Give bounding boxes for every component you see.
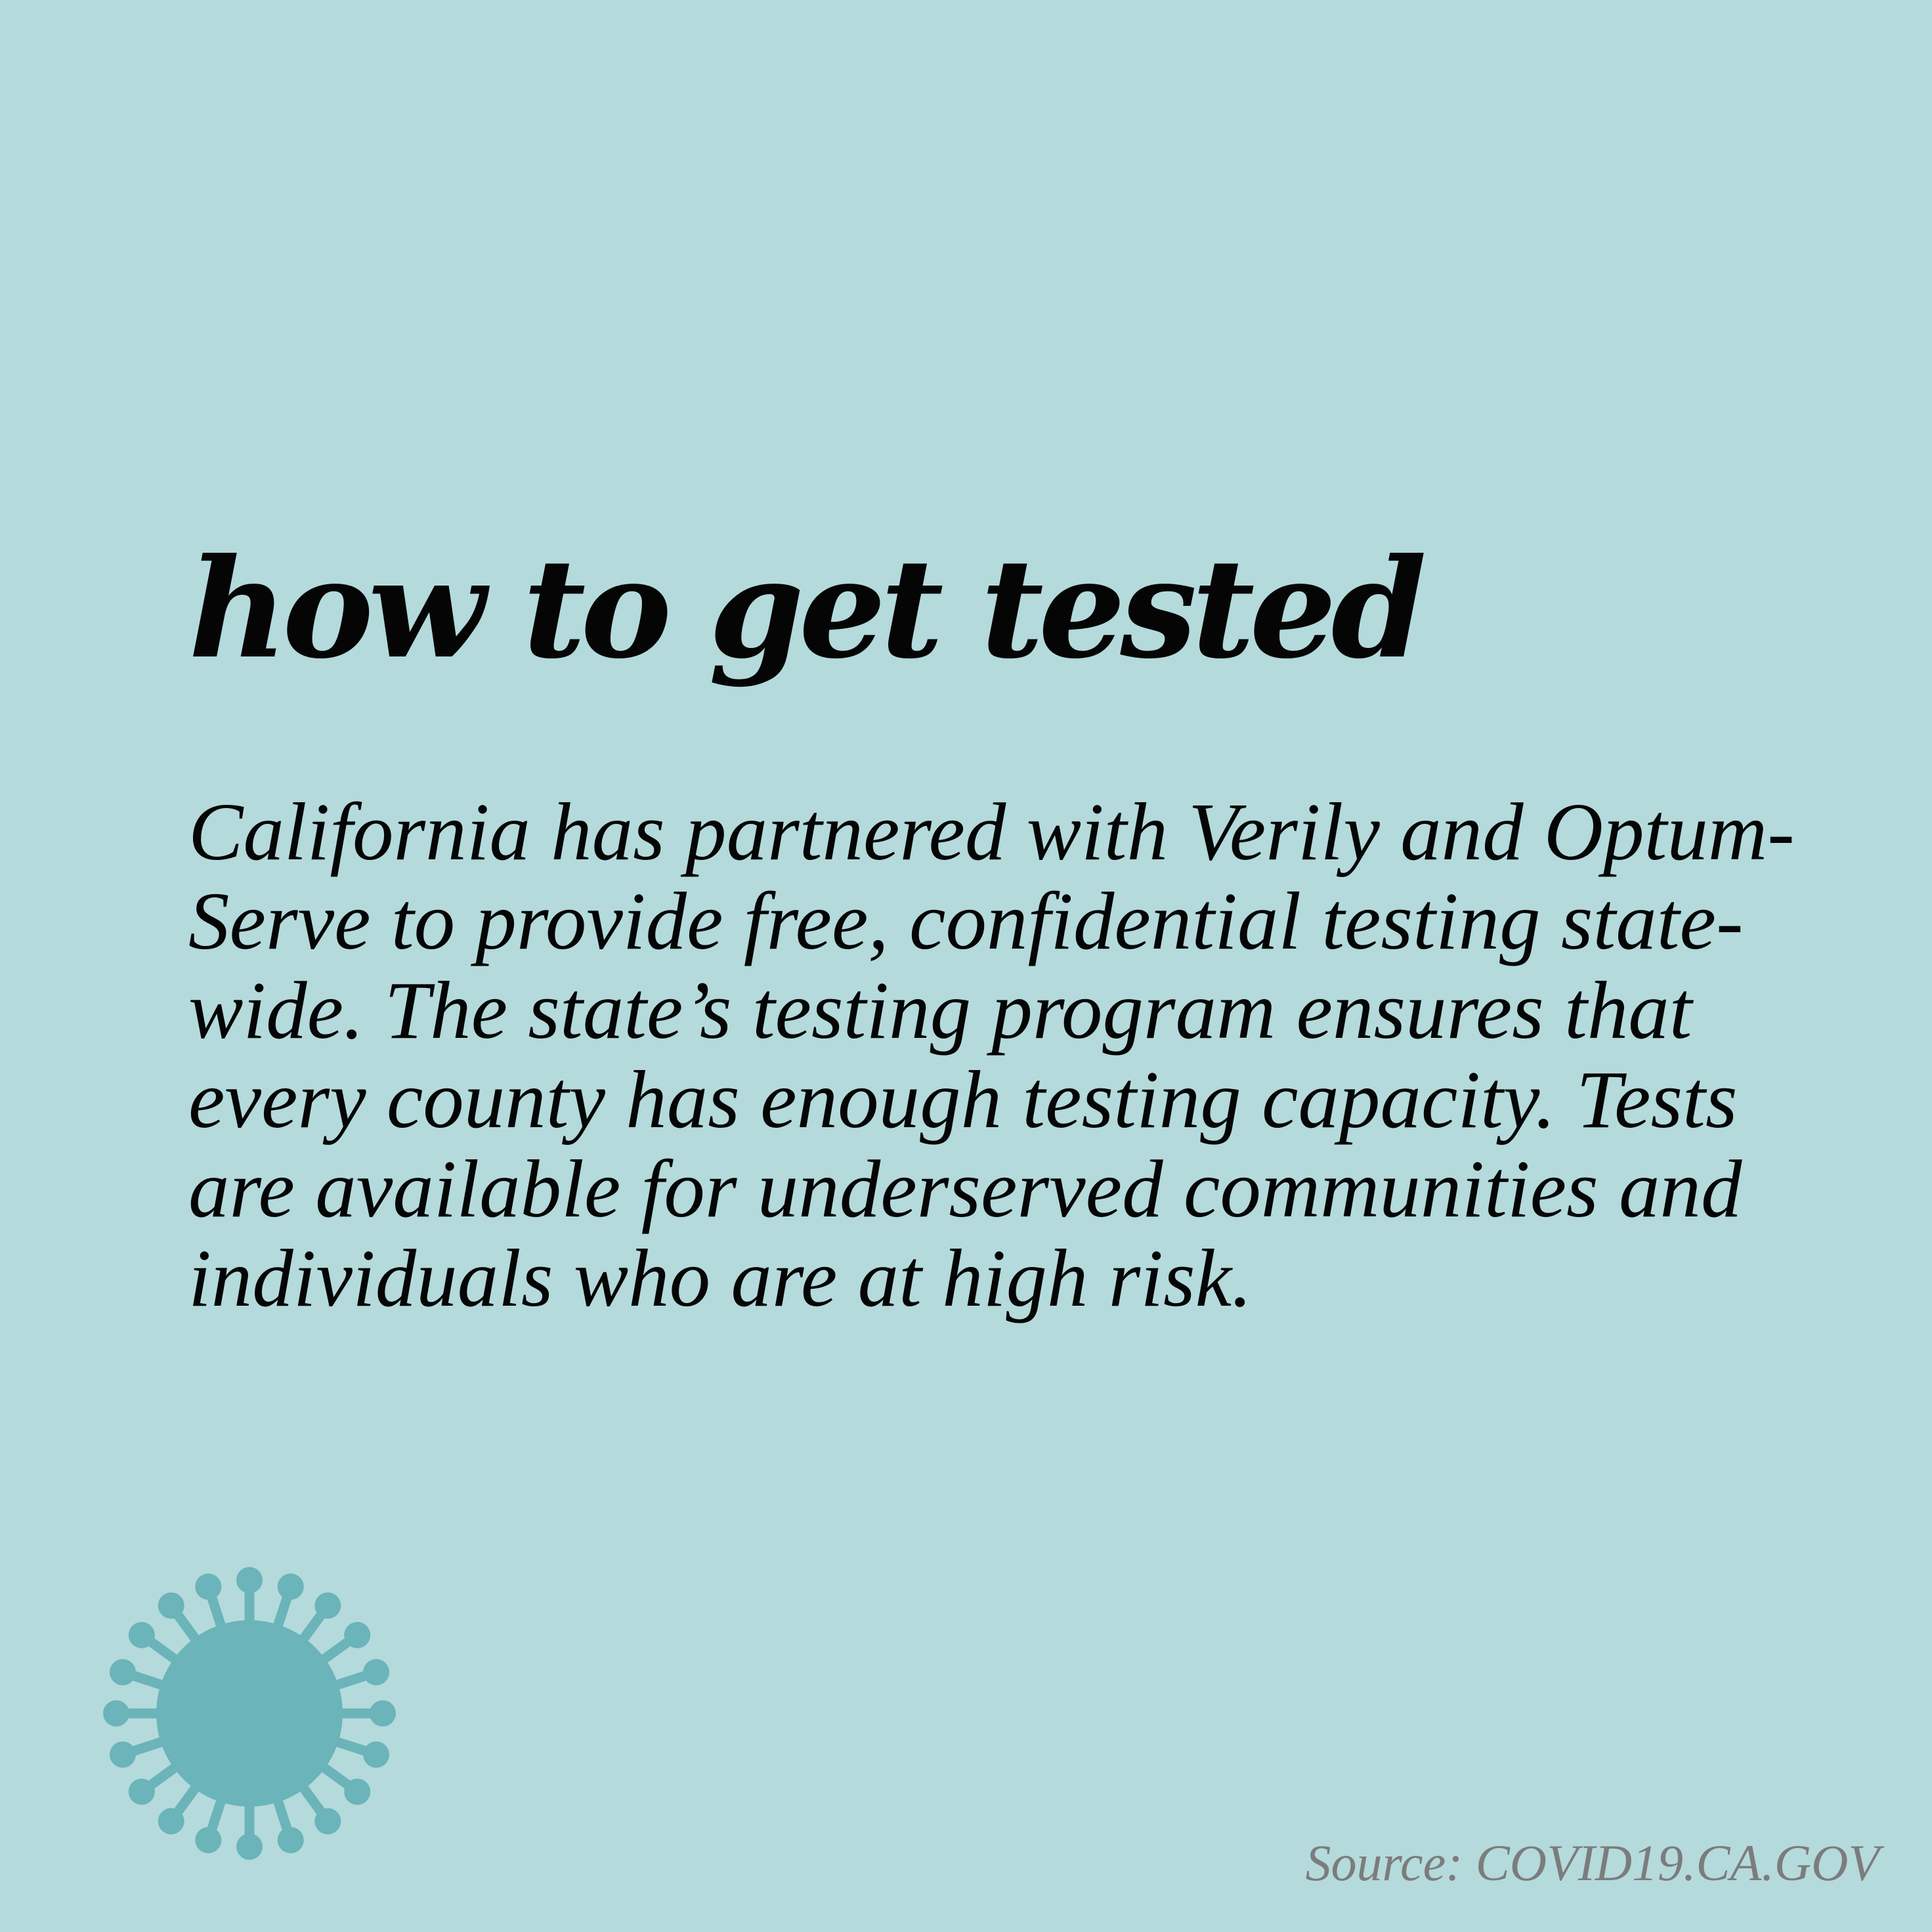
body-line: California has partnered with Verily and… — [188, 787, 1795, 878]
body-line: every county has enough testing capacity… — [188, 1055, 1738, 1146]
body-line: are available for underserved communitie… — [188, 1144, 1742, 1235]
virus-icon — [103, 1567, 396, 1860]
body-paragraph: California has partnered with Verily and… — [188, 787, 1795, 1324]
source-credit: Source: COVID19.CA.GOV — [1305, 1834, 1879, 1891]
body-line: Serve to provide free, confidential test… — [188, 876, 1744, 967]
body-line: wide. The state’s testing program ensure… — [188, 966, 1692, 1056]
body-line: individuals who are at high risk. — [188, 1234, 1253, 1324]
page-title: how to get tested — [188, 529, 1427, 689]
infographic-card: how to get tested California has partner… — [0, 0, 1932, 1932]
